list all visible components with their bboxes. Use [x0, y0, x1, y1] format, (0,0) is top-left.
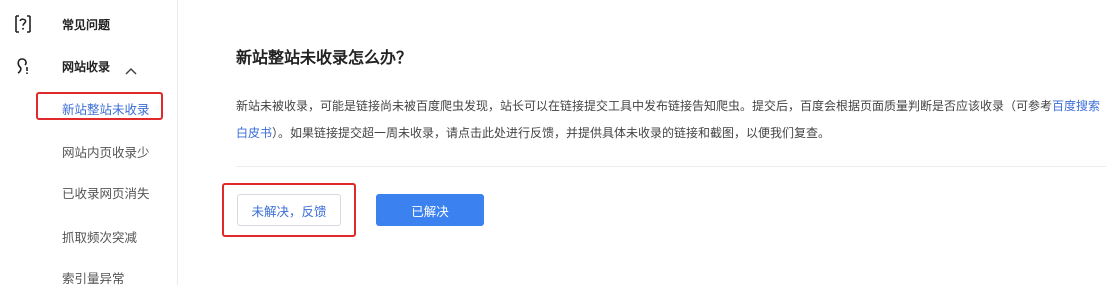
spider-icon: [12, 55, 34, 77]
question-icon: [12, 13, 34, 35]
page-title: 新站整站未收录怎么办？: [236, 48, 413, 67]
unresolved-feedback-button[interactable]: 未解决，反馈: [237, 194, 341, 226]
sidebar-item-faq[interactable]: 常见问题: [0, 12, 178, 36]
sidebar-item-indexed-pages-disappeared[interactable]: 已收录网页消失: [62, 183, 150, 202]
paragraph-text-part1: 新站未被收录，可能是链接尚未被百度爬虫发现，站长可以在链接提交工具中发布链接告知…: [236, 99, 1053, 113]
sidebar: 常见问题 网站收录 新站整站未收录 网站内页收录少 已收录网页消失 抓取频次突减…: [0, 0, 178, 285]
article-paragraph: 新站未被收录，可能是链接尚未被百度爬虫发现，站长可以在链接提交工具中发布链接告知…: [236, 93, 1106, 147]
sidebar-item-index-anomaly[interactable]: 索引量异常: [62, 268, 125, 285]
main-content: 新站整站未收录怎么办？ 新站未被收录，可能是链接尚未被百度爬虫发现，站长可以在链…: [178, 0, 1106, 285]
sidebar-label-site-index: 网站收录: [62, 59, 111, 74]
resolved-button[interactable]: 已解决: [376, 194, 484, 226]
divider: [236, 166, 1106, 167]
sidebar-item-crawl-frequency-drop[interactable]: 抓取频次突减: [62, 227, 137, 246]
sidebar-label-faq: 常见问题: [62, 17, 111, 32]
sidebar-item-site-index[interactable]: 网站收录: [0, 54, 178, 78]
sidebar-item-few-inner-pages[interactable]: 网站内页收录少: [62, 142, 150, 161]
chevron-up-icon[interactable]: [124, 61, 138, 75]
sidebar-item-new-site-not-indexed[interactable]: 新站整站未收录: [62, 99, 150, 118]
paragraph-text-part2: ）。如果链接提交超一周未收录，请点击此处进行反馈，并提供具体未收录的链接和截图，…: [272, 126, 831, 140]
